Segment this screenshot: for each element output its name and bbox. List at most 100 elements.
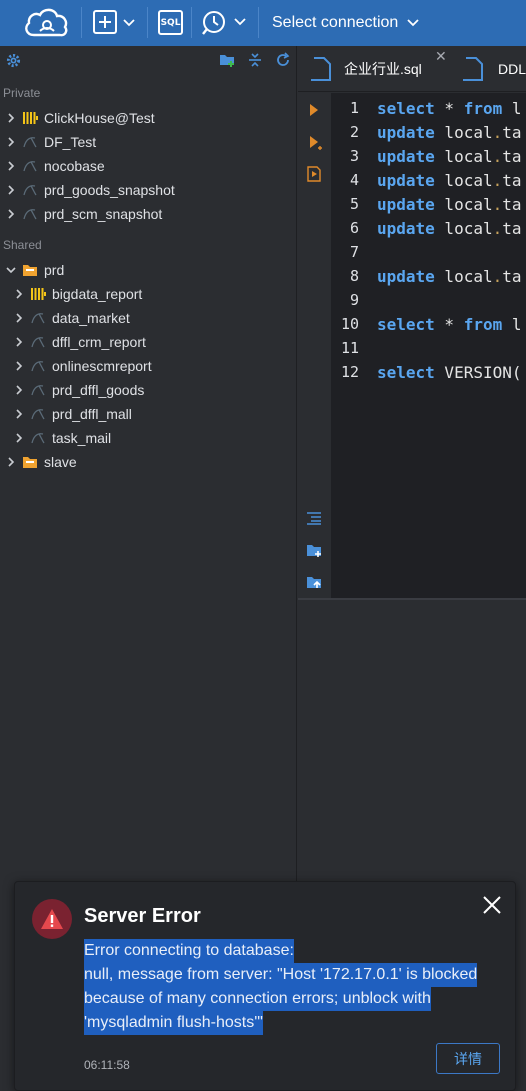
new-item-button[interactable] [92,9,142,37]
editor-action-bar [298,93,330,598]
code-line[interactable]: update local.ta [377,219,522,238]
execute-file-icon[interactable] [306,165,322,183]
code-text: * [434,315,464,334]
connection-selector[interactable]: Select connection [258,0,420,46]
connection-item[interactable]: nocobase [4,154,105,178]
code-text: local [434,219,493,238]
connection-item[interactable]: task_mail [12,426,111,450]
gear-icon[interactable] [6,53,21,68]
sql-keyword: update [377,195,435,214]
folder-slave[interactable]: slave [4,450,77,474]
history-button[interactable] [200,8,250,38]
code-text: ta [502,219,522,238]
chevron-right-icon[interactable] [4,207,18,221]
tab-ddl[interactable]: DDL [462,46,526,92]
toolbar-separator [191,7,192,38]
chevron-right-icon[interactable] [4,111,18,125]
line-number: 11 [340,339,359,357]
sql-keyword: from [463,315,503,334]
load-file-icon[interactable] [306,542,323,558]
connection-item[interactable]: DF_Test [4,130,96,154]
line-number: 1 [349,99,359,117]
mysql-icon [22,158,38,174]
collapse-all-icon[interactable] [247,52,263,68]
line-number: 2 [349,123,359,141]
app-logo-icon[interactable] [20,5,72,41]
code-operator: . [492,267,503,286]
code-line[interactable]: select * from l [377,99,522,118]
connection-item[interactable]: prd_scm_snapshot [4,202,162,226]
chevron-right-icon[interactable] [12,335,26,349]
connection-item[interactable]: onlinescmreport [12,354,152,378]
chevron-right-icon[interactable] [4,135,18,149]
chevron-right-icon[interactable] [4,159,18,173]
mysql-icon [30,358,46,374]
private-section-label: Private [3,86,41,100]
chevron-right-icon[interactable] [12,311,26,325]
notification-message: Error connecting to database: null, mess… [84,939,484,1035]
connection-item[interactable]: prd_dffl_goods [12,378,144,402]
line-number: 6 [349,219,359,237]
folder-icon [22,454,38,470]
code-text: l [502,99,522,118]
sql-keyword: select [377,363,435,382]
code-line[interactable]: update local.ta [377,195,522,214]
code-line[interactable]: update local.ta [377,171,522,190]
connection-item[interactable]: ClickHouse@Test [4,106,155,130]
line-number: 10 [340,315,359,333]
line-number: 9 [349,291,359,309]
connection-label: nocobase [44,158,105,174]
connection-item[interactable]: prd_dffl_mall [12,402,132,426]
connection-item[interactable]: prd_goods_snapshot [4,178,175,202]
chevron-right-icon[interactable] [4,455,18,469]
refresh-icon[interactable] [275,52,291,68]
message-line: Error connecting to database: [84,939,294,963]
mysql-icon [30,406,46,422]
connection-label: prd_dffl_goods [52,382,145,398]
folder-prd[interactable]: prd [4,258,64,282]
code-line[interactable]: select * from l [377,315,522,334]
new-folder-icon[interactable] [219,52,235,68]
code-text: local [434,123,493,142]
sql-editor[interactable]: 1 select * from l 2 update local.ta 3 update … [331,93,526,598]
connection-item[interactable]: data_market [12,306,130,330]
run-icon[interactable] [308,103,320,117]
connection-item[interactable]: bigdata_report [12,282,142,306]
toolbar-separator [147,7,148,38]
chevron-right-icon[interactable] [12,407,26,421]
code-line[interactable]: update local.ta [377,147,522,166]
code-line[interactable]: update local.ta [377,267,522,286]
chevron-down-icon[interactable] [4,263,18,277]
code-operator: . [492,219,503,238]
sql-keyword: select [377,99,435,118]
sql-keyword: select [377,315,435,334]
chevron-right-icon[interactable] [12,287,26,301]
format-icon[interactable] [306,511,322,525]
line-number: 3 [349,147,359,165]
run-script-icon[interactable] [308,135,324,151]
mysql-icon [30,382,46,398]
code-line[interactable]: select VERSION( [377,363,522,382]
message-line: null, message from server: "Host '172.17… [84,963,478,987]
code-operator: . [492,147,503,166]
code-line[interactable]: update local.ta [377,123,522,142]
chevron-right-icon[interactable] [4,183,18,197]
sql-editor-button[interactable]: SQL [158,10,183,35]
mysql-icon [30,430,46,446]
file-icon [463,57,483,81]
chevron-right-icon[interactable] [12,431,26,445]
toolbar-separator [81,7,82,38]
tab-sql-file[interactable]: 企业行业.sql [310,46,422,92]
mysql-icon [30,334,46,350]
folder-label: slave [44,454,77,470]
connection-item[interactable]: dffl_crm_report [12,330,146,354]
details-button[interactable]: 详情 [436,1043,500,1074]
code-text: VERSION( [434,363,522,382]
save-file-icon[interactable] [306,574,323,590]
chevron-right-icon[interactable] [12,359,26,373]
code-operator: . [492,195,503,214]
chevron-right-icon[interactable] [12,383,26,397]
close-icon[interactable] [481,894,503,916]
code-text: local [434,195,493,214]
tab-close-icon[interactable]: ✕ [435,48,447,65]
